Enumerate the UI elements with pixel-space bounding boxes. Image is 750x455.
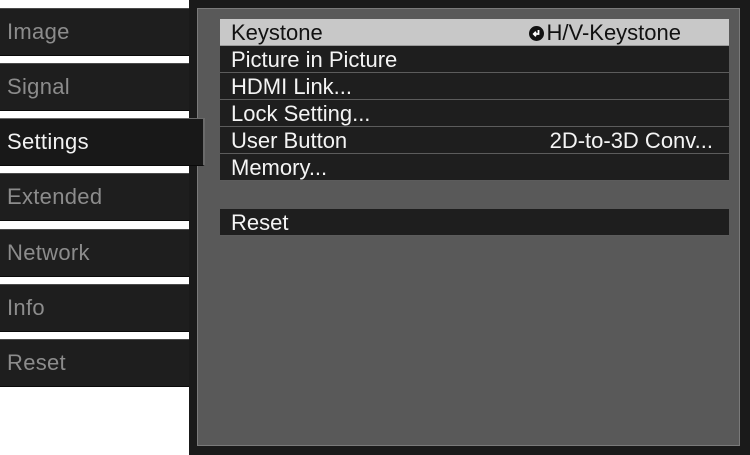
menu-item-label: Reset [231, 210, 289, 235]
menu-item-reset[interactable]: Reset [220, 209, 729, 236]
menu-item-value: H/V-Keystone [529, 19, 681, 46]
settings-menu-list: Keystone H/V-Keystone Picture in Picture [220, 19, 729, 236]
menu-item-keystone[interactable]: Keystone H/V-Keystone [220, 19, 729, 46]
menu-item-lock-setting[interactable]: Lock Setting... [220, 100, 729, 127]
settings-panel-body: Keystone H/V-Keystone Picture in Picture [197, 8, 740, 446]
menu-tabs: Image Signal Settings Extended Network I… [0, 0, 205, 455]
tab-info[interactable]: Info [0, 284, 190, 332]
settings-panel: Keystone H/V-Keystone Picture in Picture [189, 0, 750, 455]
menu-item-label: Lock Setting... [231, 101, 371, 126]
menu-item-picture-in-picture[interactable]: Picture in Picture [220, 46, 729, 73]
tab-signal[interactable]: Signal [0, 63, 190, 111]
menu-item-value: 2D-to-3D Conv... [549, 128, 713, 153]
menu-item-user-button[interactable]: User Button 2D-to-3D Conv... [220, 127, 729, 154]
tab-extended[interactable]: Extended [0, 173, 190, 221]
menu-item-memory[interactable]: Memory... [220, 154, 729, 181]
menu-item-label: Picture in Picture [231, 47, 398, 72]
menu-spacer [220, 181, 729, 209]
projector-menu-screen: Image Signal Settings Extended Network I… [0, 0, 750, 455]
menu-item-label: Memory... [231, 155, 328, 180]
tab-network[interactable]: Network [0, 229, 190, 277]
menu-item-hdmi-link[interactable]: HDMI Link... [220, 73, 729, 100]
keystone-value-text: H/V-Keystone [546, 20, 681, 45]
tab-settings[interactable]: Settings [0, 118, 205, 166]
tab-reset[interactable]: Reset [0, 339, 190, 387]
enter-icon [529, 26, 545, 41]
menu-item-label: Keystone [231, 20, 323, 45]
menu-item-label: HDMI Link... [231, 74, 353, 99]
tab-image[interactable]: Image [0, 8, 190, 56]
menu-item-label: User Button [231, 128, 348, 153]
